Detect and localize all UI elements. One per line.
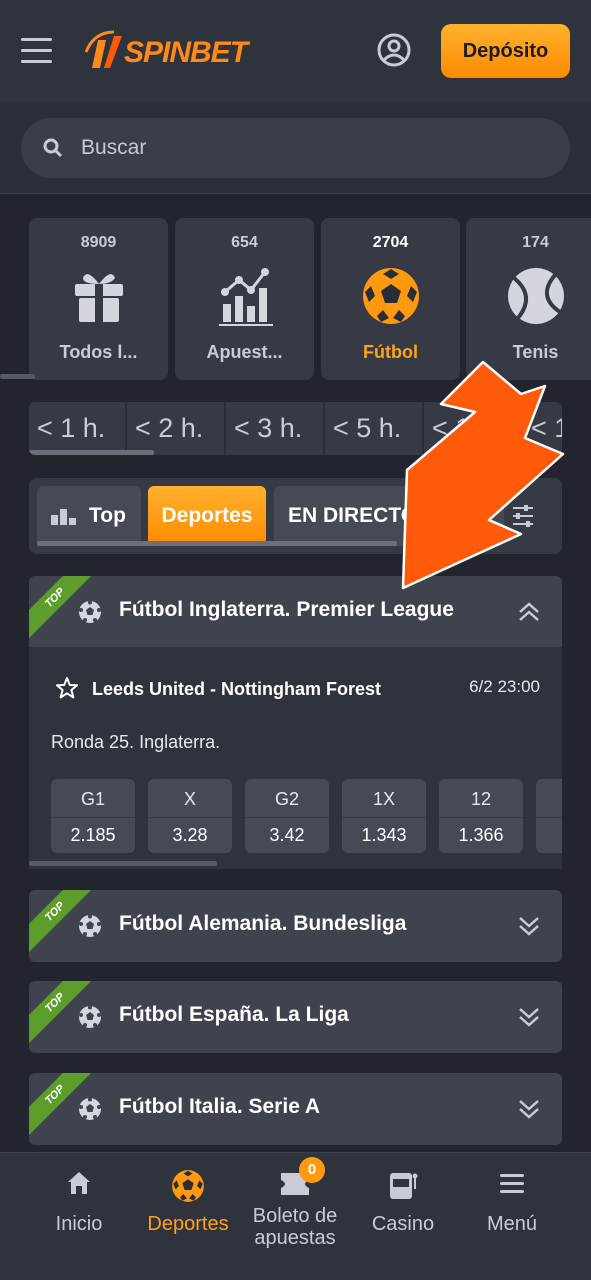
nav-label: Casino: [371, 1213, 435, 1235]
nav-label: Inicio: [55, 1213, 103, 1235]
categories-scrollbar[interactable]: [0, 374, 35, 379]
category-count: 654: [231, 234, 258, 251]
league-name: Fútbol Italia. Serie A: [119, 1095, 321, 1118]
odds-value: 3.42: [269, 825, 305, 845]
category-count: 2704: [372, 234, 409, 251]
odds-label: 12: [470, 789, 492, 809]
odds-value: 1: [536, 825, 562, 846]
logo-mark-icon: [84, 30, 122, 68]
tab-top[interactable]: Top: [37, 486, 141, 546]
category-tennis[interactable]: 174 Tenis: [466, 218, 591, 380]
category-label: Apuest...: [206, 342, 283, 362]
nav-casino[interactable]: Casino: [349, 1153, 457, 1280]
nav-label: Deportes: [147, 1213, 229, 1235]
deposit-button[interactable]: Depósito: [441, 24, 570, 78]
time-filter[interactable]: < 2 h.: [127, 402, 226, 455]
spinbet-logo[interactable]: SPINBET: [84, 28, 248, 76]
category-football[interactable]: 2704 Fútbol: [321, 218, 460, 380]
nav-home[interactable]: Inicio: [25, 1153, 133, 1280]
chart-icon: [218, 268, 273, 326]
odds-label: 1X: [372, 789, 396, 809]
logo-text: SPINBET: [124, 36, 248, 69]
odds-label: G1: [80, 789, 105, 809]
match-teams: Leeds United - Nottingham Forest: [92, 679, 382, 699]
time-filter[interactable]: < 3 h.: [226, 402, 325, 455]
tabs-scrollbar[interactable]: [37, 541, 397, 546]
odds-label: X: [183, 789, 196, 809]
category-label: Todos l...: [59, 342, 138, 362]
odds-value: 3.28: [172, 825, 208, 845]
category-all[interactable]: 8909 Todos l...: [29, 218, 168, 380]
favorite-star-icon[interactable]: [55, 676, 79, 700]
category-count: 8909: [80, 234, 117, 251]
hamburger-menu-icon[interactable]: [21, 38, 52, 64]
tab-sports[interactable]: Deportes: [148, 486, 266, 546]
tennis-ball-icon: [507, 268, 564, 324]
bars-icon: [51, 509, 76, 525]
nav-sports[interactable]: Deportes: [134, 1153, 242, 1280]
category-count: 174: [522, 234, 549, 251]
search-bar-area: [0, 102, 591, 194]
menu-icon: [500, 1174, 524, 1193]
league-header-bundesliga[interactable]: TOP Fútbol Alemania. Bundesliga: [29, 890, 562, 962]
chevron-down-icon[interactable]: [518, 1098, 540, 1120]
match-round: Ronda 25. Inglaterra.: [51, 732, 221, 752]
nav-label: Boleto de apuestas: [252, 1205, 338, 1249]
time-filter[interactable]: < 1 h.: [29, 402, 127, 455]
league-name: Fútbol Inglaterra. Premier League: [119, 598, 454, 621]
odds-value: 1.366: [458, 825, 504, 845]
search-input[interactable]: [81, 136, 521, 160]
soccer-ball-icon: [79, 914, 101, 937]
odds-label: G2: [274, 789, 299, 809]
tab-label: Deportes: [161, 504, 253, 527]
soccer-ball-icon: [79, 1097, 101, 1120]
odds-value: 1.343: [361, 825, 407, 845]
soccer-ball-icon: [79, 1005, 101, 1028]
annotation-arrow-icon: [401, 360, 565, 590]
league-header-serie-a[interactable]: TOP Fútbol Italia. Serie A: [29, 1073, 562, 1145]
match-datetime: 6/2 23:00: [469, 677, 540, 696]
user-account-icon[interactable]: [376, 32, 412, 68]
header: SPINBET Depósito: [0, 0, 591, 102]
category-bets[interactable]: 654 Apuest...: [175, 218, 314, 380]
sport-categories: 8909 Todos l... 654 Apuest... 2704 Fútbo…: [29, 218, 591, 380]
odds-button[interactable]: 1: [536, 779, 562, 853]
chevron-up-icon[interactable]: [518, 601, 540, 623]
soccer-ball-icon: [79, 600, 101, 623]
search-box[interactable]: [21, 118, 570, 178]
home-icon: [68, 1172, 90, 1194]
match-card[interactable]: Leeds United - Nottingham Forest 6/2 23:…: [29, 647, 562, 869]
nav-label: Menú: [486, 1213, 538, 1235]
odds-button[interactable]: G1 2.185: [51, 779, 135, 853]
soccer-ball-icon: [362, 268, 419, 324]
league-name: Fútbol España. La Liga: [119, 1003, 349, 1026]
search-icon: [43, 138, 63, 158]
soccer-ball-icon: [172, 1170, 204, 1202]
league-header-la-liga[interactable]: TOP Fútbol España. La Liga: [29, 981, 562, 1053]
odds-button[interactable]: 12 1.366: [439, 779, 523, 853]
odds-scrollbar[interactable]: [29, 861, 217, 866]
nav-bet-slip[interactable]: 0 Boleto de apuestas: [241, 1153, 349, 1280]
odds-button[interactable]: X 3.28: [148, 779, 232, 853]
slot-machine-icon: [390, 1173, 418, 1199]
bet-slip-count-badge: 0: [299, 1157, 325, 1183]
odds-button[interactable]: 1X 1.343: [342, 779, 426, 853]
gift-icon: [74, 274, 123, 322]
tab-label: Top: [89, 504, 126, 527]
league-name: Fútbol Alemania. Bundesliga: [119, 912, 407, 935]
chevron-down-icon[interactable]: [518, 915, 540, 937]
time-filters-scrollbar[interactable]: [29, 450, 154, 455]
bottom-navigation: Inicio Deportes 0 Boleto de apuestas Cas…: [0, 1152, 591, 1280]
odds-button[interactable]: G2 3.42: [245, 779, 329, 853]
chevron-down-icon[interactable]: [518, 1006, 540, 1028]
nav-menu[interactable]: Menú: [458, 1153, 566, 1280]
odds-value: 2.185: [70, 825, 116, 845]
